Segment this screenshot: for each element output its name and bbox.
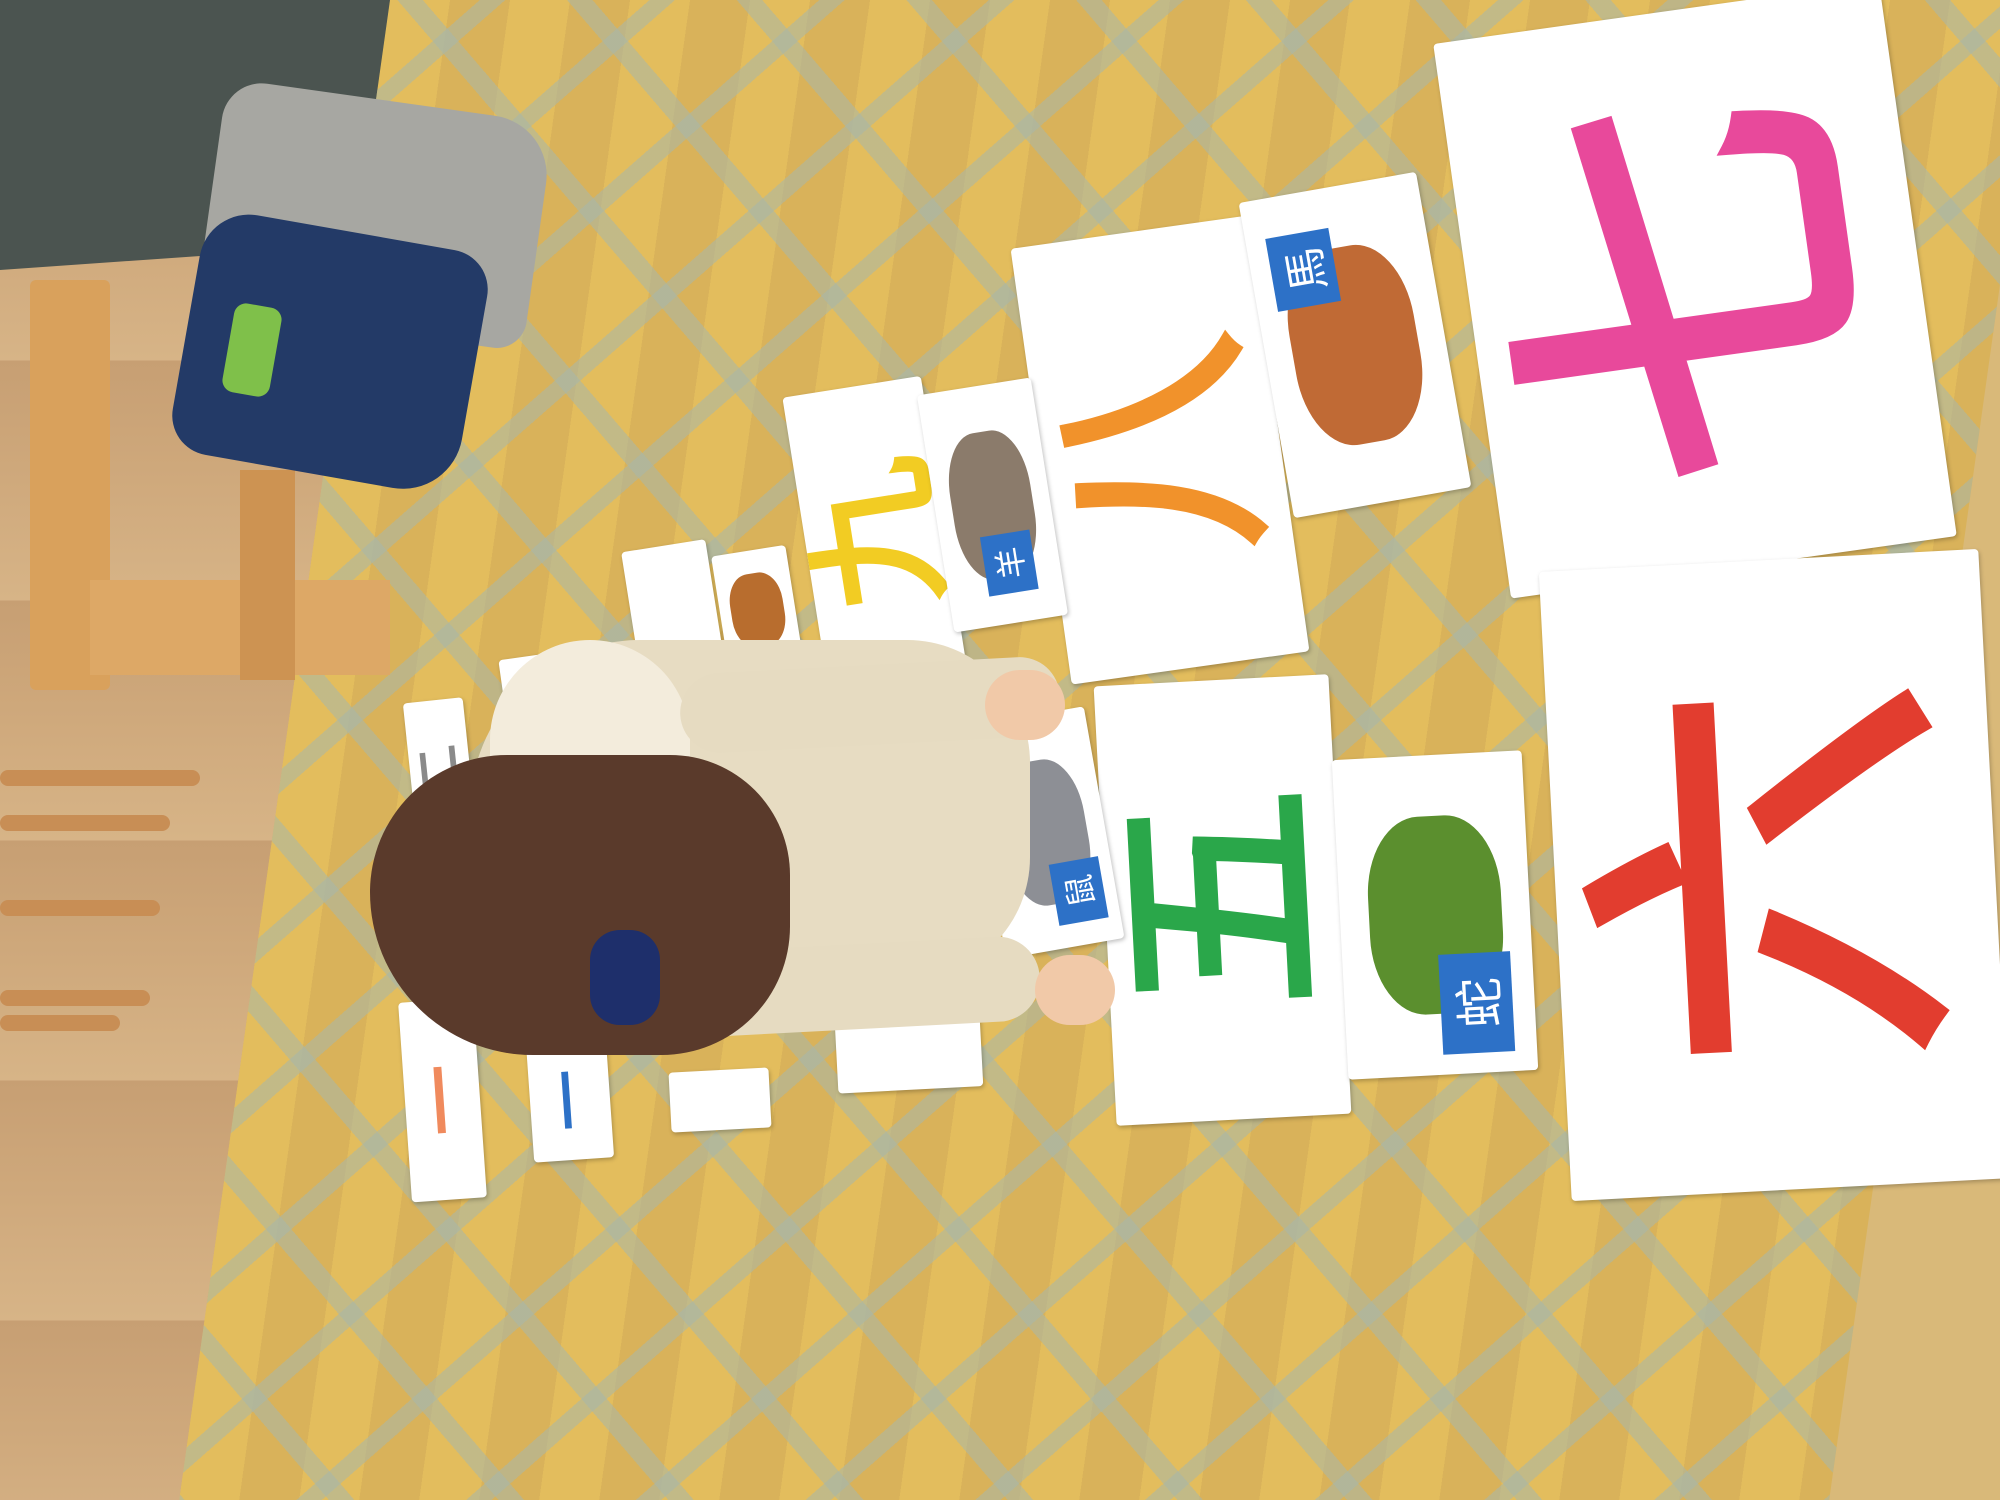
child-hand [985,670,1065,740]
zodiac-label-badge: 馬 [1265,227,1342,312]
card-character: 六 [1543,673,2000,1077]
child-hand [1035,955,1115,1025]
chair-rail [0,770,200,786]
card-character: 七 [1443,65,1947,515]
wooden-bench-leg [240,470,295,680]
number-card: 五 [1093,674,1352,1126]
number-card: 一 [525,1037,615,1163]
card-character: 八 [1017,323,1303,577]
zodiac-label-badge: 鼠 [1048,856,1109,926]
zodiac-card-snake: 蛇 [1331,750,1539,1080]
chair-rail [0,990,150,1006]
backpack [165,206,495,499]
card-character: 一 [532,1067,608,1133]
photo-scene: 七 六 八 五 九 四 二 一 一 馬 蛇 羊 [0,0,2000,1500]
child-head [370,755,790,1055]
chair-rail [0,900,160,916]
chair-rail [0,1015,120,1031]
small-card [668,1067,772,1133]
number-card: 七 [1433,0,1957,599]
zodiac-label-badge: 蛇 [1438,951,1516,1055]
chair-rail [0,815,170,831]
card-character: 一 [399,1062,486,1138]
card-character: 五 [1093,783,1352,1017]
number-card: 六 [1538,548,2000,1202]
hair-tie [590,930,660,1025]
monkey-icon [725,569,790,651]
zodiac-label-badge: 羊 [979,529,1039,597]
